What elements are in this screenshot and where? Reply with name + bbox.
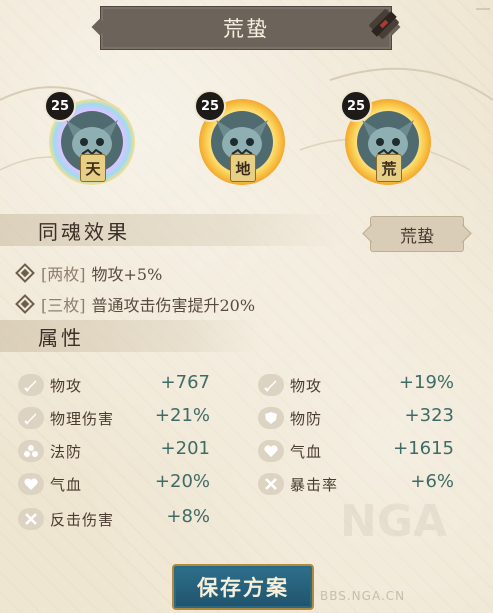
set-effect-heading: 同魂效果 — [38, 219, 130, 244]
attr-value: +21% — [154, 405, 210, 426]
attr-value: +1615 — [393, 438, 454, 459]
sword-icon — [18, 407, 44, 429]
set-effect-item: [两枚] 物攻+5% — [15, 261, 163, 285]
attr-value: +201 — [160, 438, 210, 459]
soul-position-seal: 天 — [80, 154, 106, 182]
soul-slot-3[interactable]: 25 荒 — [340, 90, 440, 190]
attr-row: 气血 — [258, 438, 322, 464]
soul-slot-1[interactable]: 25 天 — [44, 90, 144, 190]
effect-text: 物攻+5% — [91, 265, 163, 284]
heart-icon — [18, 473, 44, 495]
effect-text: 普通攻击伤害提升20% — [91, 296, 256, 315]
attr-value: +323 — [404, 405, 454, 426]
soul-level-badge: 25 — [44, 90, 76, 122]
attributes-heading: 属性 — [38, 325, 84, 350]
soul-level-badge: 25 — [194, 90, 226, 122]
watermark-url: BBS.NGA.CN — [320, 589, 406, 603]
diamond-bullet-icon — [15, 263, 35, 283]
attr-row: 物攻 — [18, 372, 82, 398]
attr-row: 物理伤害 — [18, 405, 114, 431]
attr-label: 物理伤害 — [50, 409, 115, 428]
save-plan-label: 保存方案 — [197, 575, 289, 600]
attr-row: 反击伤害 — [18, 506, 114, 532]
edit-icon[interactable] — [366, 6, 402, 42]
set-name-tag[interactable]: 荒蛰 — [370, 216, 464, 252]
attr-value: +8% — [166, 506, 210, 527]
attr-value: +20% — [154, 471, 210, 492]
top-right-mark — [476, 0, 490, 10]
page-title: 荒蛰 — [223, 17, 269, 41]
attr-row: 物防 — [258, 405, 322, 431]
attr-label: 暴击率 — [290, 475, 339, 494]
diamond-bullet-icon — [15, 294, 35, 314]
soul-position-seal: 地 — [230, 154, 256, 182]
sword-icon — [18, 374, 44, 396]
attr-row: 物攻 — [258, 372, 322, 398]
set-effect-header: 同魂效果 — [0, 214, 340, 246]
counter-icon — [18, 508, 44, 530]
set-effect-item: [三枚] 普通攻击伤害提升20% — [15, 292, 256, 316]
orbs-icon — [18, 440, 44, 462]
sword-icon — [258, 374, 284, 396]
soul-level-badge: 25 — [340, 90, 372, 122]
attr-label: 物防 — [290, 409, 323, 428]
crit-icon — [258, 473, 284, 495]
effect-prefix: [两枚] — [41, 265, 86, 284]
effect-prefix: [三枚] — [41, 296, 86, 315]
attr-label: 气血 — [50, 475, 83, 494]
title-banner: 荒蛰 — [100, 6, 392, 50]
attr-row: 暴击率 — [258, 471, 338, 497]
shield-icon — [258, 407, 284, 429]
watermark-logo: NGA — [340, 496, 447, 547]
soul-position-seal: 荒 — [376, 154, 402, 182]
attr-label: 反击伤害 — [50, 510, 115, 529]
soul-slot-2[interactable]: 25 地 — [194, 90, 294, 190]
attr-row: 气血 — [18, 471, 82, 497]
attributes-header: 属性 — [0, 320, 260, 352]
attr-label: 气血 — [290, 442, 323, 461]
attr-row: 法防 — [18, 438, 82, 464]
attr-label: 法防 — [50, 442, 83, 461]
attr-value: +767 — [160, 372, 210, 393]
save-plan-button[interactable]: 保存方案 — [172, 564, 314, 610]
attr-value: +19% — [398, 372, 454, 393]
heart-icon — [258, 440, 284, 462]
attr-label: 物攻 — [290, 376, 323, 395]
attr-value: +6% — [410, 471, 454, 492]
attr-label: 物攻 — [50, 376, 83, 395]
